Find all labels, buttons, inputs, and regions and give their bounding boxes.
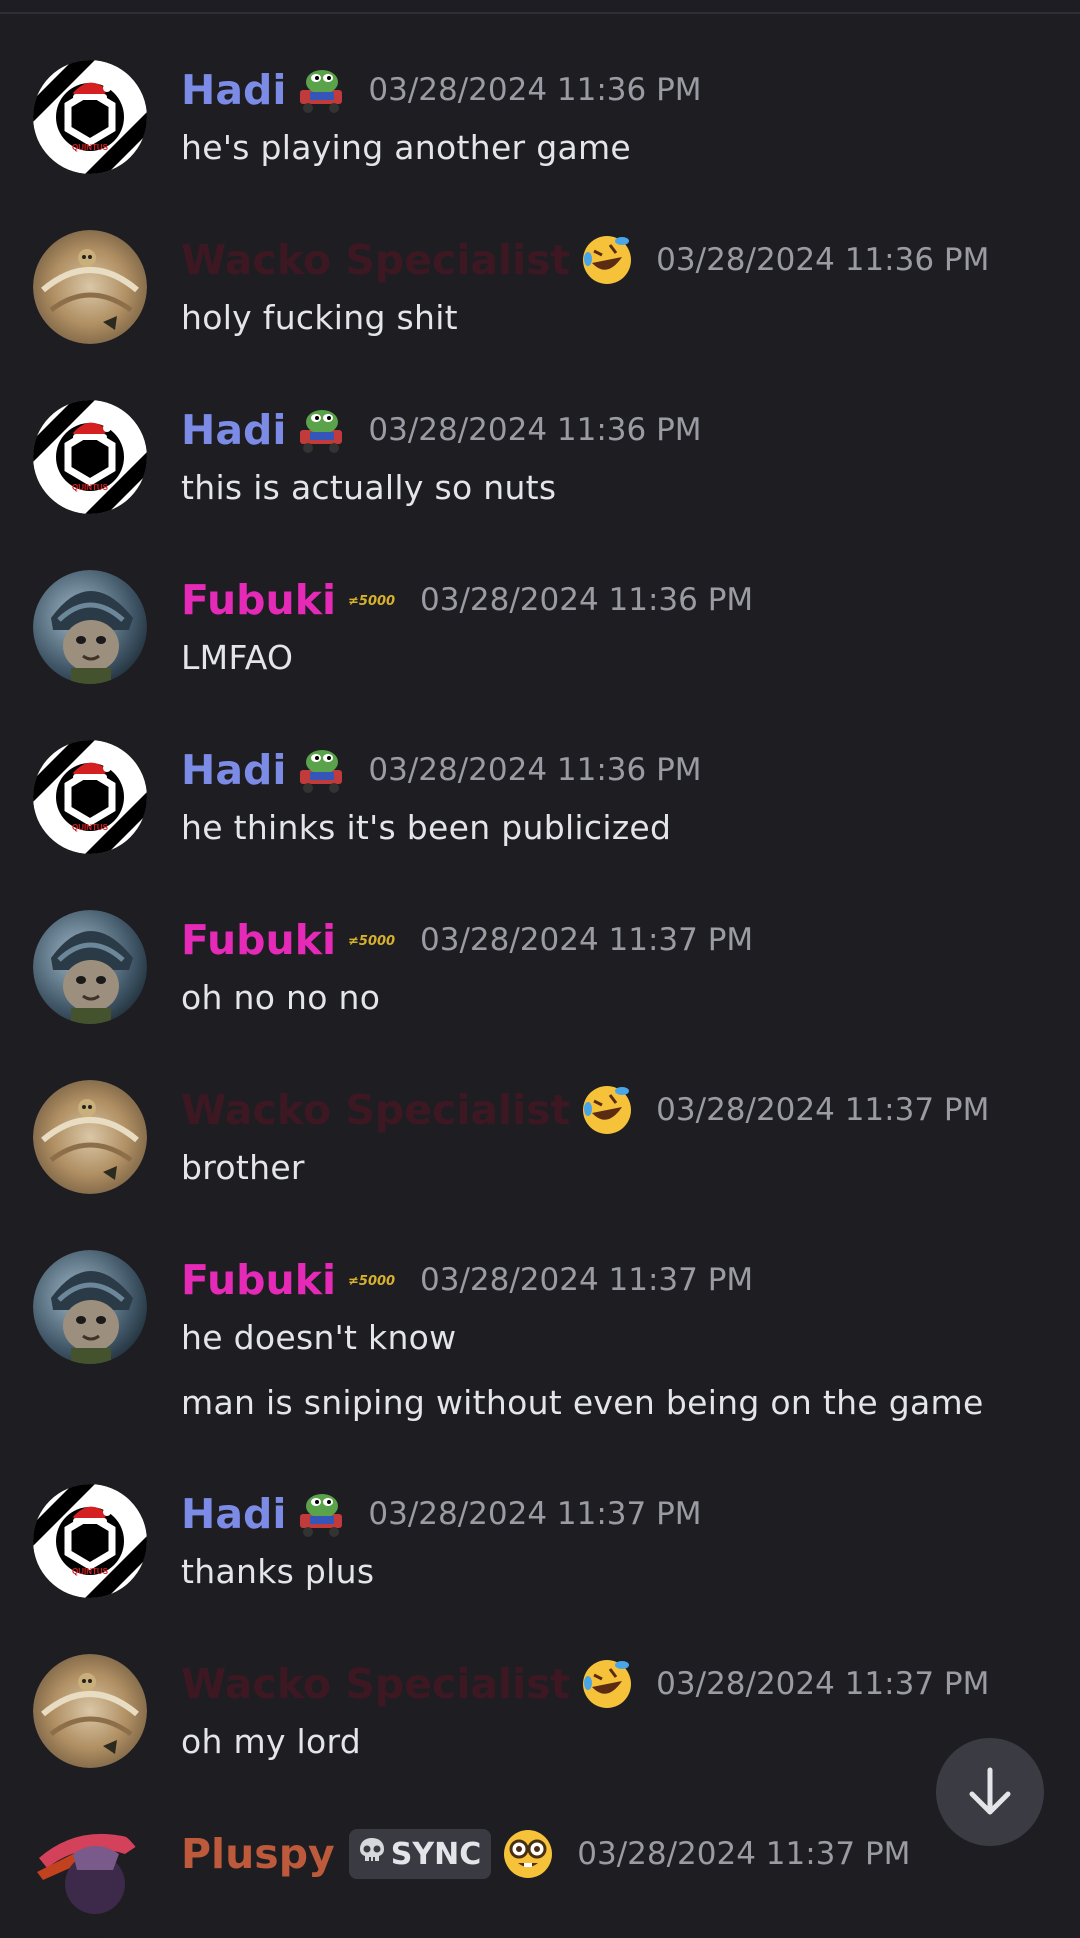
message-text: oh no no no [181, 978, 381, 1017]
rofl-emoji [580, 233, 634, 287]
username[interactable]: Hadi [181, 64, 286, 116]
svg-text:≠5000: ≠5000 [348, 934, 395, 949]
username[interactable]: Fubuki [181, 914, 336, 966]
skull-icon [357, 1835, 387, 1873]
username[interactable]: Wacko Specialist [181, 1658, 570, 1710]
timestamp: 03/28/2024 11:37 PM [420, 1262, 754, 1298]
avatar-fubuki[interactable] [33, 1250, 147, 1364]
avatar-wacko[interactable] [33, 1080, 147, 1194]
message-text: this is actually so nuts [181, 468, 557, 507]
timestamp: 03/28/2024 11:37 PM [368, 1496, 702, 1532]
server-tag: SYNC [348, 1829, 492, 1879]
avatar-hadi[interactable]: QUINTUS [33, 1484, 147, 1598]
svg-text:QUINTUS: QUINTUS [72, 1567, 109, 1576]
gold-5000-badge: ≠5000 [346, 930, 398, 950]
message-text: man is sniping without even being on the… [181, 1383, 984, 1422]
message-text: he's playing another game [181, 128, 632, 167]
message-feed[interactable]: QUINTUS Hadi 03/28/2024 11:36 PM he's pl… [0, 0, 1080, 1938]
message-text: he doesn't know [181, 1318, 457, 1357]
svg-text:QUINTUS: QUINTUS [72, 143, 109, 152]
scroll-to-bottom-button[interactable] [936, 1738, 1044, 1846]
nerd-emoji [501, 1827, 555, 1881]
username[interactable]: Pluspy [181, 1828, 335, 1880]
timestamp: 03/28/2024 11:36 PM [368, 412, 702, 448]
timestamp: 03/28/2024 11:37 PM [656, 1666, 990, 1702]
avatar-hadi[interactable]: QUINTUS [33, 60, 147, 174]
rofl-emoji [580, 1083, 634, 1137]
timestamp: 03/28/2024 11:36 PM [656, 242, 990, 278]
timestamp: 03/28/2024 11:37 PM [656, 1092, 990, 1128]
pepe-cart-emoji [296, 746, 346, 794]
username[interactable]: Wacko Specialist [181, 1084, 570, 1136]
gold-5000-badge: ≠5000 [346, 590, 398, 610]
timestamp: 03/28/2024 11:36 PM [420, 582, 754, 618]
avatar-fubuki[interactable] [33, 910, 147, 1024]
message-text: he thinks it's been publicized [181, 808, 672, 847]
timestamp: 03/28/2024 11:36 PM [368, 752, 702, 788]
username[interactable]: Hadi [181, 1488, 286, 1540]
pepe-cart-emoji [296, 66, 346, 114]
username[interactable]: Wacko Specialist [181, 234, 570, 286]
username[interactable]: Fubuki [181, 1254, 336, 1306]
gold-5000-badge: ≠5000 [346, 1270, 398, 1290]
message-text: oh my lord [181, 1722, 362, 1761]
timestamp: 03/28/2024 11:36 PM [368, 72, 702, 108]
arrow-down-icon [969, 1767, 1011, 1815]
username[interactable]: Hadi [181, 744, 286, 796]
avatar-hadi[interactable]: QUINTUS [33, 400, 147, 514]
pepe-cart-emoji [296, 1490, 346, 1538]
message-text: brother [181, 1148, 305, 1187]
svg-text:≠5000: ≠5000 [348, 1274, 395, 1289]
message-text: holy fucking shit [181, 298, 458, 337]
avatar-hadi[interactable]: QUINTUS [33, 740, 147, 854]
svg-text:≠5000: ≠5000 [348, 594, 395, 609]
username[interactable]: Hadi [181, 404, 286, 456]
rofl-emoji [580, 1657, 634, 1711]
svg-text:QUINTUS: QUINTUS [72, 823, 109, 832]
avatar-fubuki[interactable] [33, 570, 147, 684]
username[interactable]: Fubuki [181, 574, 336, 626]
message-text: LMFAO [181, 638, 294, 677]
pepe-cart-emoji [296, 406, 346, 454]
avatar-wacko[interactable] [33, 1654, 147, 1768]
timestamp: 03/28/2024 11:37 PM [420, 922, 754, 958]
avatar-pluspy[interactable] [33, 1824, 147, 1938]
message-text: thanks plus [181, 1552, 375, 1591]
svg-text:QUINTUS: QUINTUS [72, 483, 109, 492]
server-tag-label: SYNC [390, 1836, 482, 1872]
avatar-wacko[interactable] [33, 230, 147, 344]
timestamp: 03/28/2024 11:37 PM [577, 1836, 911, 1872]
